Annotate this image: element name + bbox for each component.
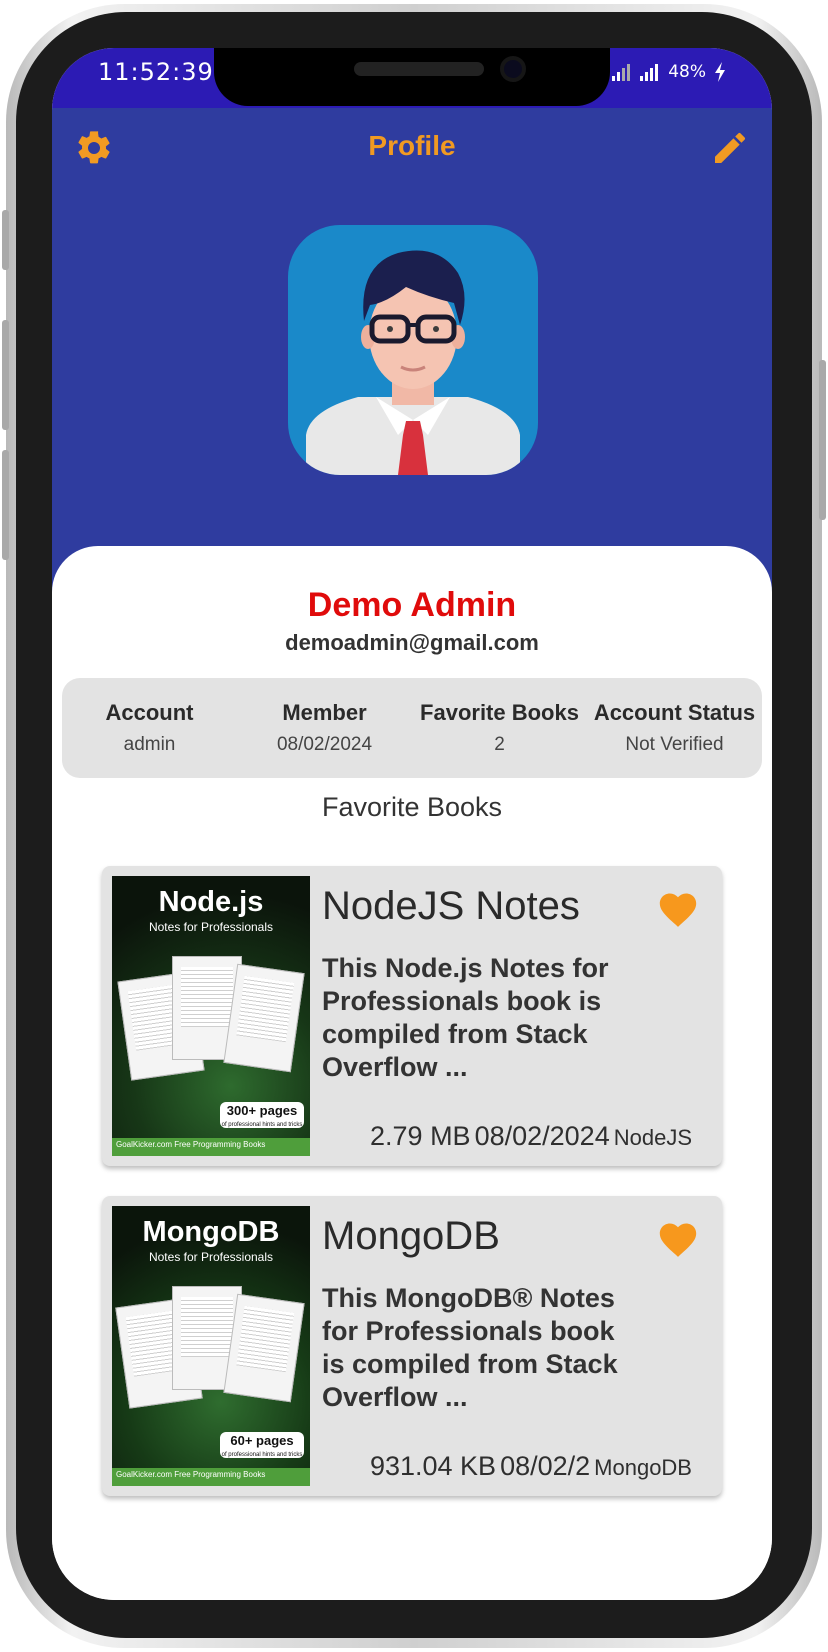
status-time: 11:52:39 xyxy=(98,58,214,86)
battery-percent: 48% xyxy=(668,62,706,82)
heart-icon[interactable] xyxy=(656,1218,700,1258)
status-indicators: 48% xyxy=(612,62,726,82)
book-description: This Node.js Notes for Professionals boo… xyxy=(322,953,609,1082)
phone-power-button xyxy=(819,360,826,520)
stat-account: Account admin xyxy=(62,700,237,756)
cover-pages: 60+ pages xyxy=(230,1433,294,1448)
stat-account-status: Account Status Not Verified xyxy=(587,700,762,756)
phone-side-button xyxy=(2,450,9,560)
favorite-books-heading: Favorite Books xyxy=(321,792,503,822)
status-bar: 11:52:39 48% xyxy=(52,48,772,108)
phone-side-button xyxy=(2,320,9,430)
book-title: NodeJS Notes xyxy=(322,884,580,928)
front-camera xyxy=(500,56,526,82)
book-title: MongoDB xyxy=(322,1214,500,1258)
profile-name: Demo Admin xyxy=(307,586,517,624)
stat-label: Favorite Books xyxy=(420,700,579,725)
stat-value: 2 xyxy=(494,734,505,755)
book-date: 08/02/2024 xyxy=(474,1121,610,1151)
heart-icon[interactable] xyxy=(656,888,700,928)
book-tag: MongoDB xyxy=(594,1455,692,1480)
stat-member: Member 08/02/2024 xyxy=(237,700,412,756)
camera-notch xyxy=(214,48,610,106)
cover-footer: GoalKicker.com Free Programming Books xyxy=(112,1138,310,1156)
cover-title: Node.js xyxy=(158,886,264,918)
charging-icon xyxy=(715,62,725,82)
cover-pages-badge: 60+ pages of professional hints and tric… xyxy=(220,1432,304,1458)
app-screen: 11:52:39 48% Profile Demo Admin demoadmi… xyxy=(52,48,772,1600)
cover-page-image xyxy=(223,1293,305,1403)
book-meta: 2.79 MB 08/02/2024 NodeJS xyxy=(370,1121,692,1152)
book-card-mongodb[interactable]: MongoDB Notes for Professionals 60+ page… xyxy=(102,1196,722,1496)
avatar[interactable] xyxy=(288,225,538,475)
stat-favorite-books: Favorite Books 2 xyxy=(412,700,587,756)
book-cover: Node.js Notes for Professionals 300+ pag… xyxy=(112,876,310,1156)
signal-icon xyxy=(640,64,659,81)
stat-label: Account xyxy=(105,700,194,725)
stat-label: Account Status xyxy=(593,700,756,725)
book-meta: 931.04 KB 08/02/2 MongoDB xyxy=(370,1451,692,1482)
profile-email: demoadmin@gmail.com xyxy=(285,630,539,655)
book-size: 2.79 MB xyxy=(370,1121,471,1151)
book-description: This MongoDB® Notes for Professionals bo… xyxy=(322,1283,618,1412)
stat-value: 08/02/2024 xyxy=(276,734,373,755)
cover-page-image xyxy=(223,963,305,1073)
speaker-grille xyxy=(354,62,484,76)
signal-icon xyxy=(612,64,631,81)
book-tag: NodeJS xyxy=(613,1125,692,1150)
avatar-illustration xyxy=(306,250,520,475)
book-date: 08/02/2 xyxy=(500,1451,591,1481)
book-size: 931.04 KB xyxy=(369,1451,497,1481)
book-cover: MongoDB Notes for Professionals 60+ page… xyxy=(112,1206,310,1486)
page-title: Profile xyxy=(368,130,456,161)
cover-subtitle: Notes for Professionals xyxy=(148,1250,274,1264)
book-card-nodejs[interactable]: Node.js Notes for Professionals 300+ pag… xyxy=(102,866,722,1166)
phone-side-button xyxy=(2,210,9,270)
cover-pages: 300+ pages xyxy=(226,1103,298,1118)
stat-value: Not Verified xyxy=(625,734,724,755)
cover-pages-sub: of professional hints and tricks xyxy=(221,1122,303,1128)
pencil-icon[interactable] xyxy=(710,128,750,168)
stat-value: admin xyxy=(123,734,176,755)
cover-pages-badge: 300+ pages of professional hints and tri… xyxy=(220,1102,304,1128)
stat-label: Member xyxy=(282,700,367,725)
cover-footer: GoalKicker.com Free Programming Books xyxy=(112,1468,310,1486)
cover-subtitle: Notes for Professionals xyxy=(148,920,274,934)
cover-title: MongoDB xyxy=(142,1216,280,1248)
cover-pages-sub: of professional hints and tricks xyxy=(221,1452,303,1458)
account-stats: Account admin Member 08/02/2024 Favorite… xyxy=(62,678,762,778)
